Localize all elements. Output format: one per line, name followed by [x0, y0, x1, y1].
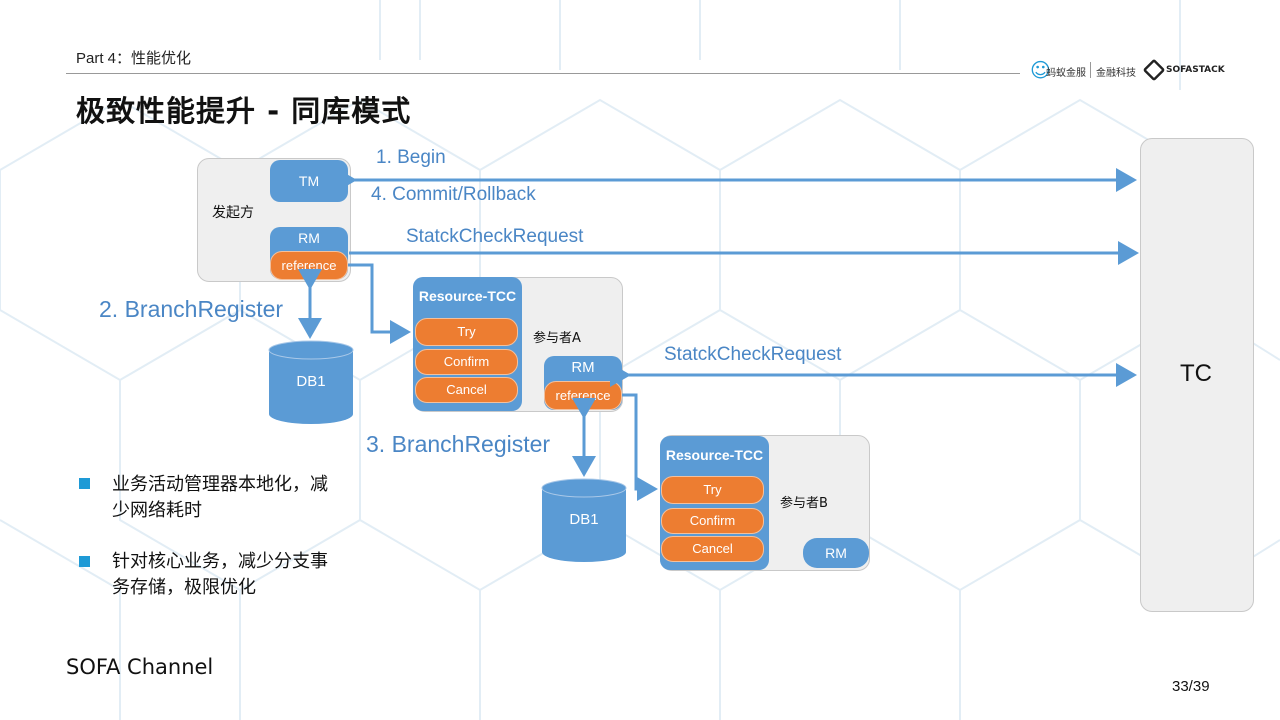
- participant-b-resource-label: Resource-TCC: [665, 447, 764, 463]
- participant-b-rm-label: RM: [825, 545, 847, 561]
- participant-a-try-button[interactable]: Try: [415, 318, 518, 346]
- fintech-logo: 金融科技: [1096, 68, 1136, 79]
- commit-rollback-label: 4. Commit/Rollback: [371, 184, 536, 205]
- section-label: Part 4：性能优化: [76, 50, 192, 67]
- participant-b-confirm-button[interactable]: Confirm: [661, 508, 764, 534]
- participant-b-rm-node: RM: [803, 538, 869, 568]
- branch-register-2-label: 2. BranchRegister: [99, 296, 284, 322]
- footer-brand: SOFA Channel: [66, 655, 214, 679]
- initiator-reference-node: reference: [270, 251, 348, 280]
- participant-a-resource-label: Resource-TCC: [418, 288, 517, 304]
- begin-label: 1. Begin: [376, 147, 446, 168]
- check-request-label-1: StatckCheckRequest: [406, 226, 584, 247]
- branch-register-3-label: 3. BranchRegister: [366, 431, 551, 457]
- db1-initiator-label: DB1: [296, 373, 326, 390]
- participant-a-cancel-button[interactable]: Cancel: [415, 377, 518, 403]
- db1-participant-a-label: DB1: [569, 511, 599, 528]
- participant-b-confirm-label: Confirm: [689, 513, 736, 528]
- participant-a-confirm-button[interactable]: Confirm: [415, 349, 518, 375]
- sofastack-logo: SOFASTACK: [1166, 65, 1225, 75]
- sofastack-icon: [1142, 58, 1166, 82]
- tm-node: TM: [270, 160, 348, 202]
- logo-separator: [1090, 62, 1091, 78]
- bullet-2-line-1: 针对核心业务，减少分支事: [112, 551, 328, 572]
- participant-a-label: 参与者A: [533, 331, 581, 346]
- tm-label: TM: [298, 173, 320, 189]
- tc-label: TC: [1180, 360, 1212, 387]
- bullet-1: 业务活动管理器本地化，减 少网络耗时: [112, 472, 328, 524]
- participant-a-rm-label: RM: [571, 359, 595, 376]
- bullet-2: 针对核心业务，减少分支事 务存储，极限优化: [112, 549, 328, 601]
- check-request-label-2: StatckCheckRequest: [664, 344, 842, 365]
- initiator-rm-label: RM: [298, 230, 320, 246]
- page-title: 极致性能提升 - 同库模式: [76, 94, 412, 128]
- participant-a-cancel-label: Cancel: [446, 382, 487, 397]
- ant-financial-logo: 蚂蚁金服: [1046, 68, 1086, 79]
- participant-a-reference-node: reference: [544, 381, 622, 410]
- bullet-marker-1: [79, 478, 90, 489]
- page-number: 33/39: [1172, 678, 1210, 695]
- bullet-1-line-1: 业务活动管理器本地化，减: [112, 474, 328, 495]
- participant-a-reference-label: reference: [555, 388, 611, 403]
- participant-b-cancel-label: Cancel: [692, 541, 733, 556]
- initiator-label: 发起方: [212, 205, 254, 221]
- bullet-1-line-2: 少网络耗时: [112, 500, 202, 521]
- participant-b-label: 参与者B: [780, 496, 828, 511]
- bullet-marker-2: [79, 556, 90, 567]
- participant-b-try-button[interactable]: Try: [661, 476, 764, 504]
- bullet-2-line-2: 务存储，极限优化: [112, 577, 256, 598]
- header-divider: [66, 73, 1020, 74]
- participant-b-try-label: Try: [703, 482, 722, 497]
- participant-a-try-label: Try: [457, 324, 476, 339]
- initiator-reference-label: reference: [281, 258, 337, 273]
- participant-b-cancel-button[interactable]: Cancel: [661, 536, 764, 562]
- participant-a-confirm-label: Confirm: [443, 354, 490, 369]
- logo-area: ☺ 蚂蚁金服 金融科技 SOFASTACK: [1030, 56, 1230, 88]
